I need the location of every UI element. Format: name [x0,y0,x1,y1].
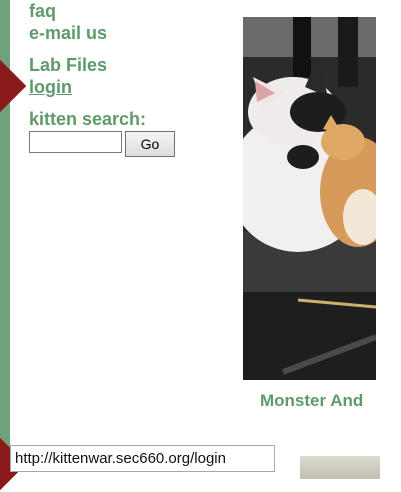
status-bar-url: http://kittenwar.sec660.org/login [10,445,275,472]
kitten-search-input[interactable] [29,131,122,153]
lab-files-link[interactable]: Lab Files [29,55,107,76]
photo-caption[interactable]: Monster And [260,391,363,411]
partial-image-strip [300,456,380,479]
kitten-photo[interactable] [243,17,376,380]
kitten-search-label: kitten search: [29,109,147,129]
login-link[interactable]: login [29,77,72,98]
red-arrow-marker [0,57,27,115]
email-link[interactable]: e-mail us [29,23,107,44]
go-button[interactable]: Go [125,131,175,157]
faq-link[interactable]: faq [29,1,56,22]
